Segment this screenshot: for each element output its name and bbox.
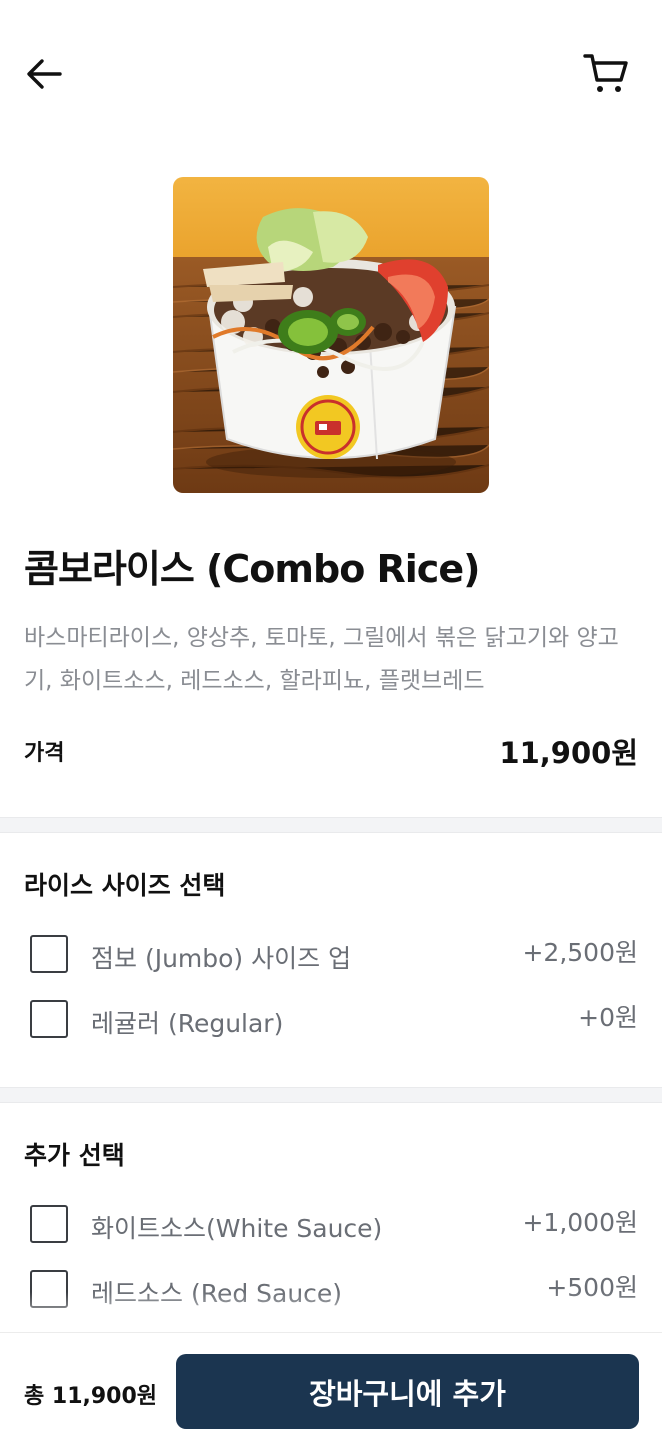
cart-button[interactable] bbox=[582, 50, 630, 98]
option-label: 점보 (Jumbo) 사이즈 업 bbox=[91, 944, 352, 973]
checkbox[interactable] bbox=[30, 935, 68, 973]
rice-size-title: 라이스 사이즈 선택 bbox=[24, 871, 226, 900]
section-divider bbox=[0, 1087, 662, 1103]
price-label: 가격 bbox=[24, 741, 65, 766]
add-to-cart-button[interactable]: 장바구니에 추가 bbox=[176, 1354, 639, 1429]
section-divider bbox=[0, 817, 662, 833]
rice-bowl-photo bbox=[173, 177, 489, 493]
product-name: 콤보라이스 (Combo Rice) bbox=[24, 547, 480, 591]
extras-title: 추가 선택 bbox=[24, 1141, 125, 1170]
arrow-left-icon bbox=[27, 59, 62, 89]
option-white-sauce[interactable]: 화이트소스(White Sauce) +1,000원 bbox=[0, 1203, 662, 1247]
product-image bbox=[173, 177, 489, 493]
option-regular[interactable]: 레귤러 (Regular) +0원 bbox=[0, 998, 662, 1042]
cart-icon bbox=[583, 54, 628, 92]
option-price: +0원 bbox=[578, 1003, 638, 1032]
option-price: +2,500원 bbox=[522, 938, 638, 967]
price-value: 11,900원 bbox=[499, 736, 638, 770]
option-label: 레귤러 (Regular) bbox=[91, 1009, 284, 1038]
scroll-fade bbox=[0, 1292, 662, 1332]
product-description: 바스마티라이스, 양상추, 토마토, 그릴에서 볶은 닭고기와 양고기, 화이트… bbox=[24, 625, 619, 694]
option-jumbo[interactable]: 점보 (Jumbo) 사이즈 업 +2,500원 bbox=[0, 933, 662, 977]
top-bar bbox=[0, 0, 662, 150]
option-label: 화이트소스(White Sauce) bbox=[91, 1214, 383, 1243]
total-price: 총 11,900원 bbox=[24, 1384, 158, 1409]
bottom-bar: 총 11,900원 장바구니에 추가 bbox=[0, 1332, 662, 1447]
checkbox[interactable] bbox=[30, 1000, 68, 1038]
back-button[interactable] bbox=[22, 52, 66, 96]
option-price: +1,000원 bbox=[522, 1208, 638, 1237]
checkbox[interactable] bbox=[30, 1205, 68, 1243]
